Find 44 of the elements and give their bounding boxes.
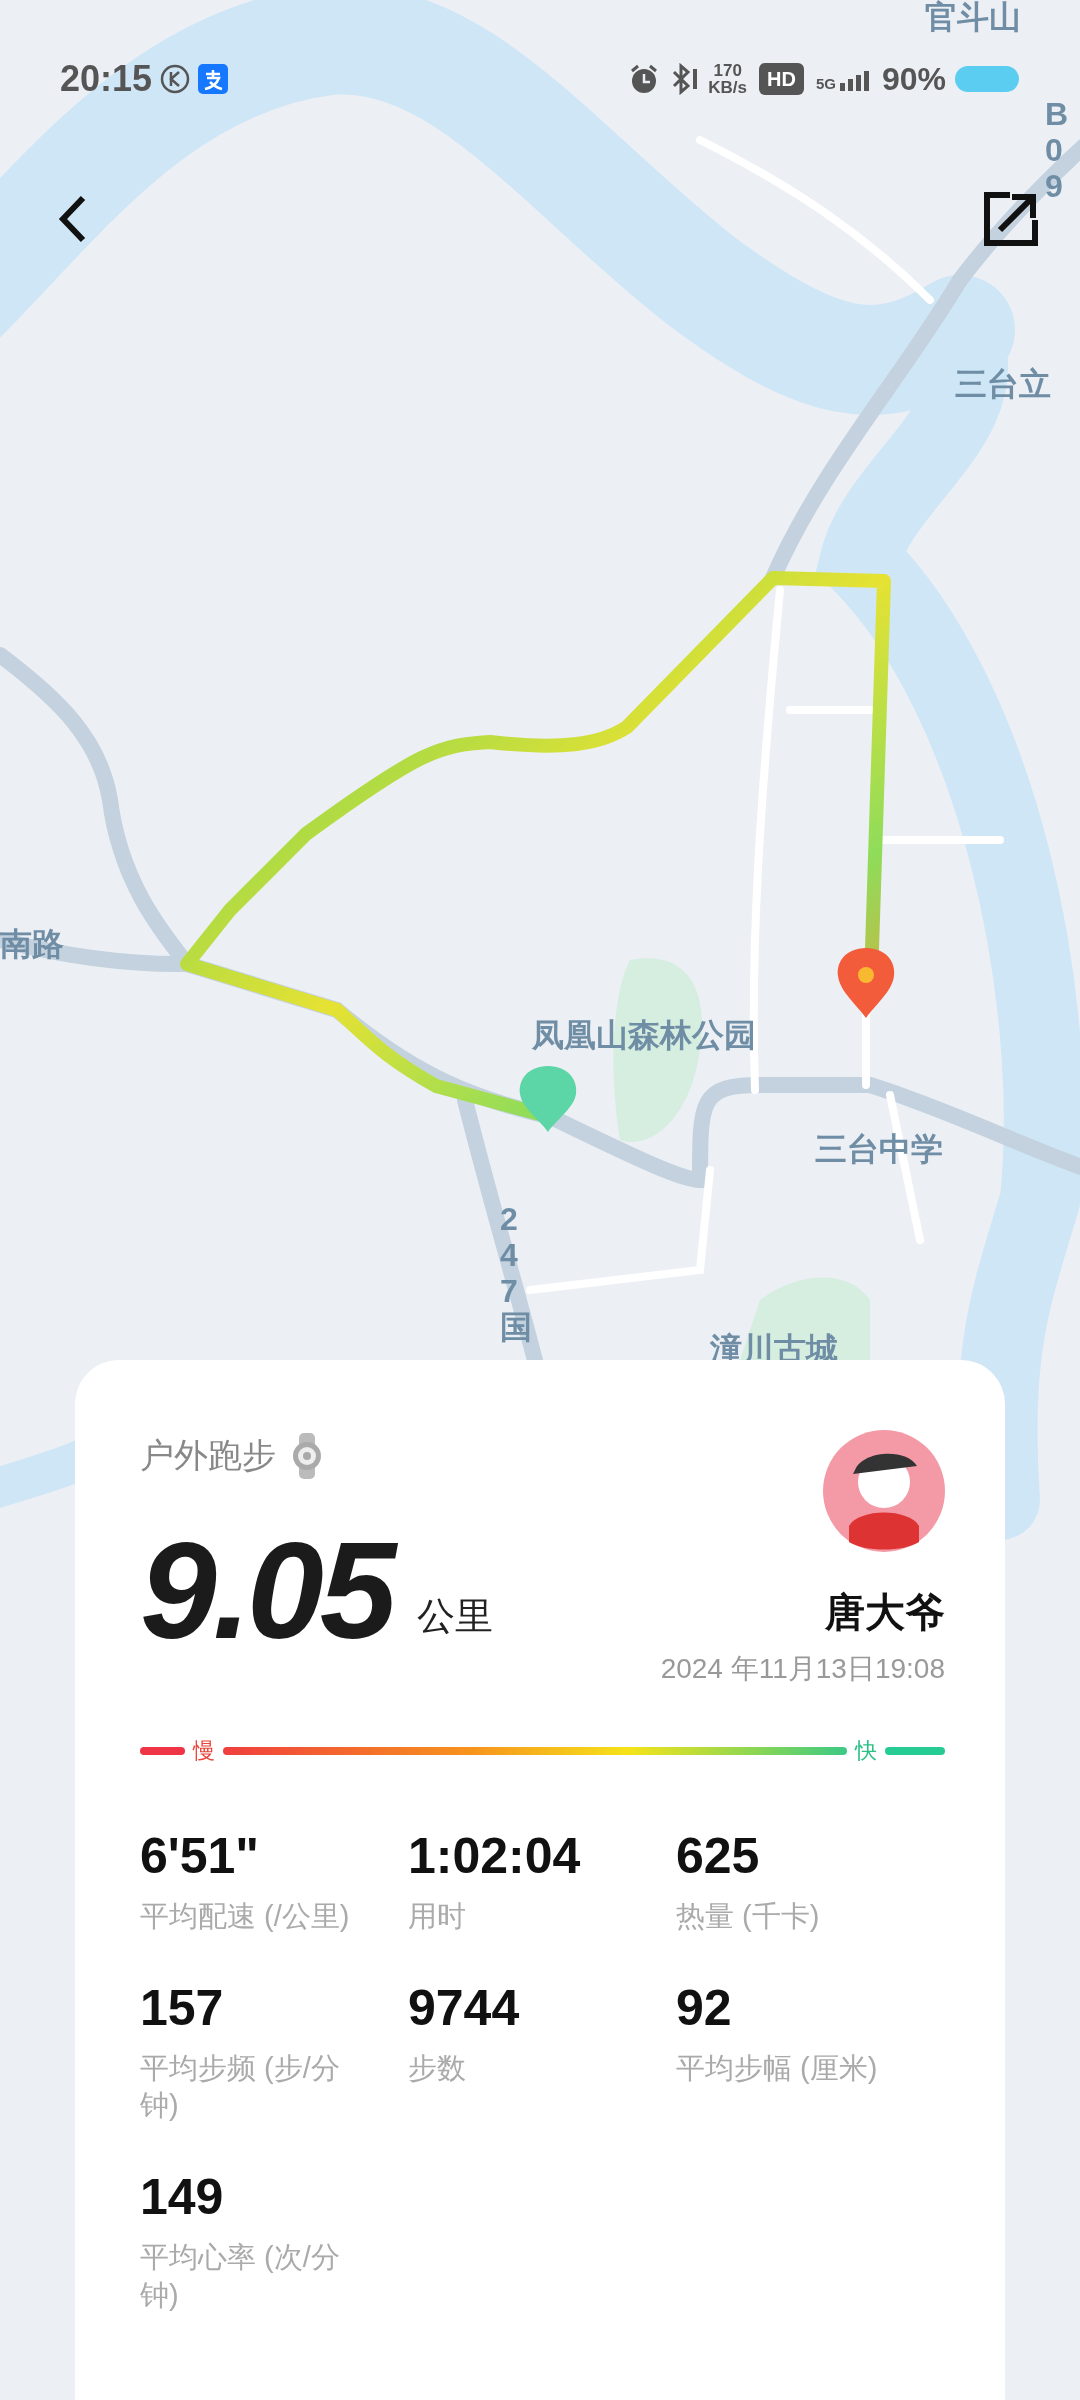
network-speed-unit: KB/s: [708, 79, 748, 96]
battery-icon: [954, 64, 1020, 94]
map-label: 三台立: [955, 366, 1051, 402]
stat-label: 步数: [408, 2050, 467, 2086]
map-label: 南路: [0, 926, 64, 962]
stat-value: 9744: [408, 1980, 521, 2036]
stat-label: 平均心率 (次/分钟): [140, 2240, 341, 2313]
share-icon: [982, 190, 1040, 248]
stat-label: 平均步幅 (厘米): [676, 2050, 879, 2086]
distance-unit: 公里: [416, 1594, 493, 1639]
map-label: B09: [1045, 96, 1069, 204]
network-speed-value: 170: [712, 62, 743, 79]
end-pin-icon: [837, 948, 895, 1018]
hd-indicator: HD: [759, 63, 804, 95]
pace-bar: [885, 1746, 945, 1755]
map-label: 凤凰山森林公园: [532, 1017, 756, 1053]
user-name: 唐大爷: [825, 1589, 945, 1636]
workout-datetime: 2024 年11月13日19:08: [660, 1652, 945, 1686]
stat-value: 92: [676, 1980, 733, 2036]
k-icon: [160, 64, 191, 94]
stat-label: 用时: [408, 1899, 467, 1934]
stat-value: 1:02:04: [408, 1829, 582, 1884]
map-label: 247国: [500, 1201, 532, 1345]
slow-label: 慢: [193, 1737, 215, 1765]
watch-icon: [292, 1432, 322, 1479]
share-button[interactable]: [982, 190, 1040, 248]
workout-type: 户外跑步: [140, 1435, 276, 1476]
map-label: 官斗山: [925, 0, 1021, 35]
payment-app-icon: [198, 64, 229, 94]
start-pin-icon: [519, 1066, 577, 1132]
stat-value: 625: [676, 1829, 761, 1884]
stat-value: 157: [140, 1980, 225, 2036]
stat-label: 平均步频 (步/分钟): [140, 2050, 341, 2124]
battery-percent: 90%: [881, 60, 946, 99]
stat-value: 6'51": [140, 1829, 261, 1884]
pace-bar: [140, 1746, 185, 1755]
avatar-icon: [823, 1430, 945, 1552]
stat-value: 149: [140, 2170, 225, 2226]
clock-time: 20:15: [60, 57, 153, 101]
fast-label: 快: [855, 1737, 877, 1765]
stat-label: 平均配速 (/公里): [140, 1899, 351, 1934]
map-label: 三台中学: [815, 1131, 943, 1167]
network-type: 5G: [815, 76, 836, 91]
stat-label: 热量 (千卡): [676, 1899, 821, 1934]
